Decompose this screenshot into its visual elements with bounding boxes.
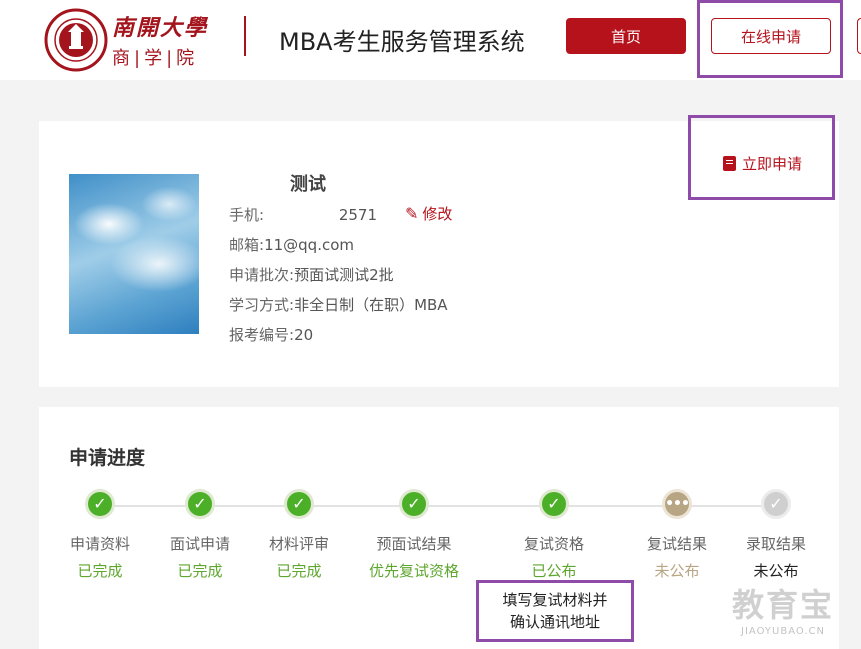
- phone-label: 手机:: [229, 206, 265, 224]
- progress-card: 申请进度 ✓ 申请资料 已完成 ✓ 面试申请 已完成 ✓ 材料评审 已完成 ✓ …: [39, 407, 839, 649]
- watermark-line2: JIAOYUBAO.CN: [741, 626, 825, 637]
- study-mode-label: 学习方式:: [229, 296, 295, 314]
- header-divider: [244, 16, 246, 56]
- tooltip-line1: 填写复试材料并: [502, 591, 608, 609]
- phone-value: 2571: [338, 206, 378, 224]
- highlight-box-apply-now: [688, 115, 835, 200]
- retest-tooltip[interactable]: 填写复试材料并 确认通讯地址: [476, 580, 634, 642]
- check-icon: ✓: [761, 489, 791, 519]
- edit-label: 修改: [422, 205, 453, 223]
- system-title: MBA考生服务管理系统: [279, 28, 525, 56]
- progress-step-material-review: ✓ 材料评审 已完成: [239, 489, 359, 581]
- watermark-line1: 教育宝: [732, 586, 835, 624]
- check-icon: ✓: [284, 489, 314, 519]
- email-label: 邮箱:: [229, 236, 265, 254]
- email-row: 邮箱:11@qq.com: [229, 234, 354, 255]
- progress-title: 申请进度: [69, 447, 146, 469]
- applicant-name: 测试: [290, 174, 326, 195]
- nav-home-button[interactable]: 首页: [566, 18, 686, 54]
- watermark: 教育宝 JIAOYUBAO.CN: [732, 580, 834, 637]
- batch-value: 预面试测试2批: [294, 266, 394, 284]
- edit-phone-link[interactable]: ✎ 修改: [405, 203, 452, 224]
- step-label: 复试资格: [523, 535, 584, 553]
- study-mode-value: 非全日制（在职）MBA: [294, 296, 448, 314]
- step-label: 录取结果: [745, 535, 806, 553]
- university-seal-logo: [44, 8, 108, 72]
- school-name-line2: 商|学|院: [112, 48, 199, 69]
- check-icon: ✓: [185, 489, 215, 519]
- progress-step-admission-result: ✓ 录取结果 未公布: [716, 489, 836, 581]
- exam-id-value: 20: [294, 326, 314, 344]
- study-mode-row: 学习方式:非全日制（在职）MBA: [229, 294, 448, 315]
- edit-icon: ✎: [405, 204, 419, 223]
- step-label: 材料评审: [268, 535, 329, 553]
- check-icon: ✓: [85, 489, 115, 519]
- step-label: 预面试结果: [376, 535, 452, 553]
- progress-step-retest-eligibility: ✓ 复试资格 已公布: [494, 489, 614, 581]
- check-icon: ✓: [539, 489, 569, 519]
- ellipsis-icon: •••: [662, 489, 692, 519]
- batch-label: 申请批次:: [229, 266, 295, 284]
- avatar: [69, 174, 199, 334]
- highlight-box-online-apply: [697, 0, 843, 78]
- school-name: 南開大學 商|学|院: [112, 10, 208, 70]
- exam-id-label: 报考编号:: [229, 326, 295, 344]
- step-status: 已公布: [531, 562, 577, 580]
- email-value: 11@qq.com: [264, 236, 354, 254]
- check-icon: ✓: [399, 489, 429, 519]
- tooltip-line2: 确认通讯地址: [509, 613, 600, 631]
- step-status: 已完成: [276, 562, 322, 580]
- batch-row: 申请批次:预面试测试2批: [229, 264, 394, 285]
- step-status: 优先复试资格: [368, 562, 459, 580]
- progress-step-pre-interview-result: ✓ 预面试结果 优先复试资格: [354, 489, 474, 581]
- nav-next-button-partial[interactable]: [857, 18, 861, 54]
- step-status: 未公布: [753, 562, 799, 580]
- school-name-line1: 南開大學: [112, 15, 209, 41]
- phone-row: 手机: 2571: [229, 204, 377, 225]
- exam-id-row: 报考编号:20: [229, 324, 313, 345]
